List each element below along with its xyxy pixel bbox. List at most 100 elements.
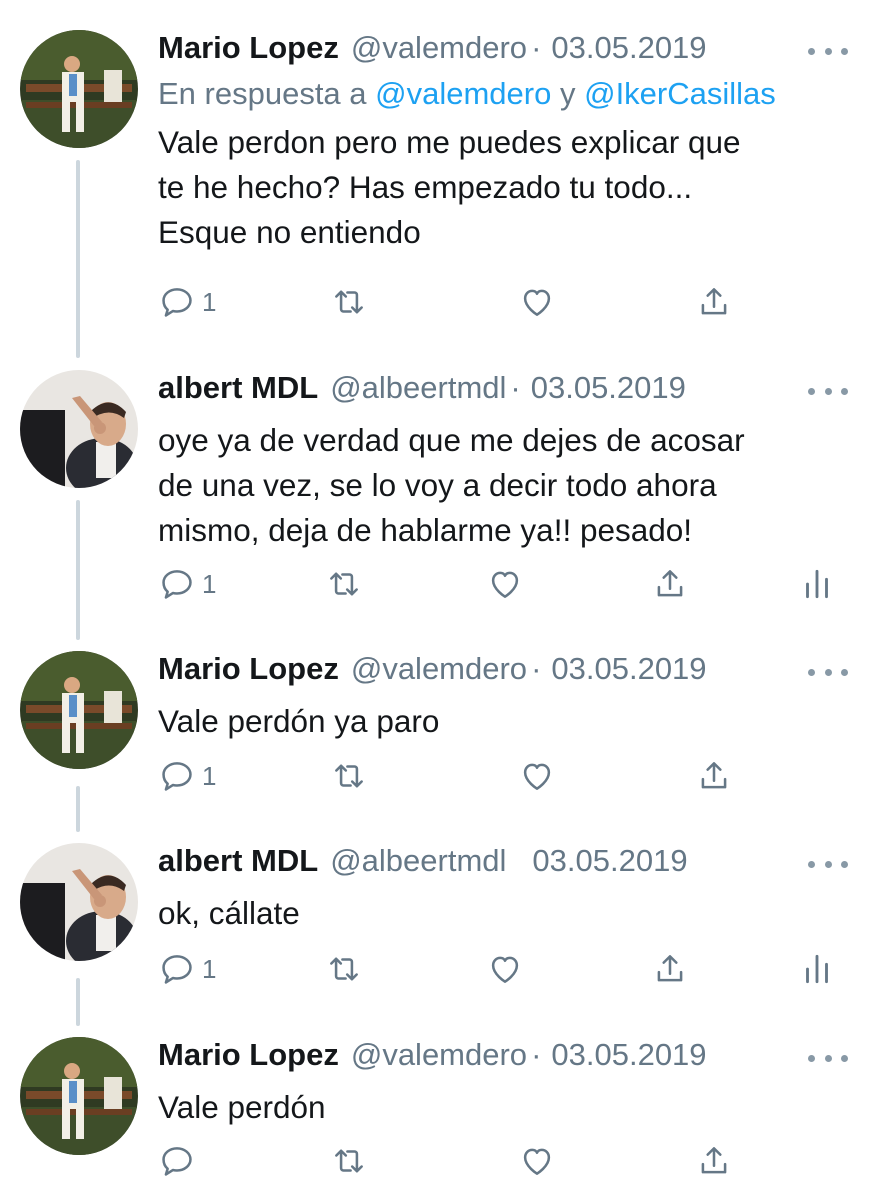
tweet-header: Mario Lopez @valemdero · 03.05.2019: [158, 1037, 852, 1081]
avatar-image: [20, 370, 138, 488]
reply-icon: [162, 955, 192, 984]
avatar-mario-lopez[interactable]: [20, 30, 138, 148]
retweet-button[interactable]: [325, 947, 363, 991]
separator-dot: ·: [531, 30, 542, 65]
retweet-button[interactable]: [330, 754, 368, 798]
tweet-content: Mario Lopez @valemdero · 03.05.2019 Vale…: [158, 1037, 852, 1176]
separator-dot: ·: [531, 1037, 542, 1072]
avatar-image: [20, 1037, 138, 1155]
like-button[interactable]: [518, 280, 556, 324]
tweet-content: albert MDL @albeertmdl 03.05.2019 ok, cá…: [158, 843, 852, 984]
heart-icon: [523, 1148, 551, 1175]
author-name[interactable]: Mario Lopez: [158, 30, 339, 66]
share-icon: [701, 1147, 727, 1174]
analytics-icon: [806, 954, 828, 984]
share-button[interactable]: [651, 562, 689, 606]
avatar-mario-lopez[interactable]: [20, 1037, 138, 1155]
tweet-actions: 1: [158, 280, 848, 324]
retweet-button[interactable]: [330, 1139, 368, 1183]
more-icon[interactable]: [808, 388, 848, 398]
author-handle[interactable]: @albeertmdl: [330, 370, 506, 406]
tweet[interactable]: Mario Lopez @valemdero · 03.05.2019 En r…: [0, 30, 870, 330]
tweet-actions: 1: [158, 562, 848, 606]
author-name[interactable]: Mario Lopez: [158, 1037, 339, 1073]
tweet-text-line: mismo, deja de hablarme ya!! pesado!: [158, 512, 693, 548]
author-name[interactable]: albert MDL: [158, 843, 318, 879]
retweet-button[interactable]: [330, 280, 368, 324]
tweet[interactable]: albert MDL @albeertmdl · 03.05.2019 oye …: [0, 370, 870, 610]
more-icon[interactable]: [808, 1055, 848, 1065]
separator-dot: ·: [531, 651, 542, 686]
avatar-mario-lopez[interactable]: [20, 651, 138, 769]
retweet-button[interactable]: [325, 562, 363, 606]
reply-count: 1: [202, 286, 217, 317]
more-icon[interactable]: [808, 669, 848, 679]
tweet-text-line: de una vez, se lo voy a decir todo ahora: [158, 467, 717, 503]
tweet-date[interactable]: 03.05.2019: [551, 30, 706, 66]
more-icon[interactable]: [808, 48, 848, 58]
like-button[interactable]: [518, 754, 556, 798]
reply-context: En respuesta a @valemdero y @IkerCasilla…: [158, 76, 852, 116]
reply-count: 1: [202, 953, 217, 984]
author-name[interactable]: Mario Lopez: [158, 651, 339, 687]
heart-icon: [491, 956, 519, 983]
tweet-header: albert MDL @albeertmdl 03.05.2019: [158, 843, 852, 887]
analytics-button[interactable]: [798, 562, 836, 606]
heart-icon: [523, 763, 551, 790]
separator-dot: ·: [510, 370, 521, 405]
reply-icon: [162, 1147, 192, 1176]
tweet-text-line: te he hecho? Has empezado tu todo...: [158, 169, 693, 205]
tweet-actions: [158, 1139, 848, 1183]
reply-button[interactable]: [158, 1139, 202, 1183]
tweet-text: Vale perdón ya paro: [158, 699, 852, 744]
tweet-content: Mario Lopez @valemdero · 03.05.2019 Vale…: [158, 651, 852, 791]
author-handle[interactable]: @albeertmdl: [330, 843, 506, 879]
tweet-header: Mario Lopez @valemdero · 03.05.2019: [158, 30, 852, 74]
heart-icon: [523, 289, 551, 316]
author-handle[interactable]: @valemdero: [351, 30, 527, 66]
avatar-image: [20, 30, 138, 148]
author-handle[interactable]: @valemdero: [351, 651, 527, 687]
tweet-text: oye ya de verdad que me dejes de acosar …: [158, 418, 852, 553]
tweet[interactable]: albert MDL @albeertmdl 03.05.2019 ok, cá…: [0, 843, 870, 1003]
tweet-actions: 1: [158, 947, 848, 991]
analytics-icon: [806, 569, 828, 599]
like-button[interactable]: [486, 947, 524, 991]
retweet-icon: [330, 572, 358, 596]
reply-button[interactable]: 1: [158, 562, 216, 606]
analytics-button[interactable]: [798, 947, 836, 991]
share-icon: [657, 955, 683, 982]
retweet-icon: [335, 764, 363, 788]
tweet-thread: Mario Lopez @valemdero · 03.05.2019 En r…: [0, 0, 870, 1200]
tweet-text-line: ok, cállate: [158, 895, 300, 931]
mention-link[interactable]: @IkerCasillas: [584, 76, 776, 111]
tweet[interactable]: Mario Lopez @valemdero · 03.05.2019 Vale…: [0, 1037, 870, 1197]
more-icon[interactable]: [808, 861, 848, 871]
tweet-date[interactable]: 03.05.2019: [551, 1037, 706, 1073]
reply-icon: [162, 762, 192, 791]
avatar-albert-mdl[interactable]: [20, 843, 138, 961]
avatar-albert-mdl[interactable]: [20, 370, 138, 488]
like-button[interactable]: [486, 562, 524, 606]
tweet-text: ok, cállate: [158, 891, 852, 936]
mention-link[interactable]: @valemdero: [375, 76, 551, 111]
author-name[interactable]: albert MDL: [158, 370, 318, 406]
author-handle[interactable]: @valemdero: [351, 1037, 527, 1073]
reply-prefix: En respuesta a: [158, 76, 376, 111]
tweet-date[interactable]: 03.05.2019: [551, 651, 706, 687]
share-button[interactable]: [695, 280, 733, 324]
reply-button[interactable]: 1: [158, 280, 216, 324]
share-button[interactable]: [695, 754, 733, 798]
reply-button[interactable]: 1: [158, 947, 216, 991]
tweet-text-line: Esque no entiendo: [158, 214, 421, 250]
reply-count: 1: [202, 760, 217, 791]
share-icon: [701, 762, 727, 789]
reply-button[interactable]: 1: [158, 754, 216, 798]
tweet[interactable]: Mario Lopez @valemdero · 03.05.2019 Vale…: [0, 651, 870, 811]
tweet-date[interactable]: 03.05.2019: [532, 843, 687, 879]
share-button[interactable]: [651, 947, 689, 991]
like-button[interactable]: [518, 1139, 556, 1183]
tweet-date[interactable]: 03.05.2019: [531, 370, 686, 406]
share-button[interactable]: [695, 1139, 733, 1183]
avatar-image: [20, 843, 138, 961]
